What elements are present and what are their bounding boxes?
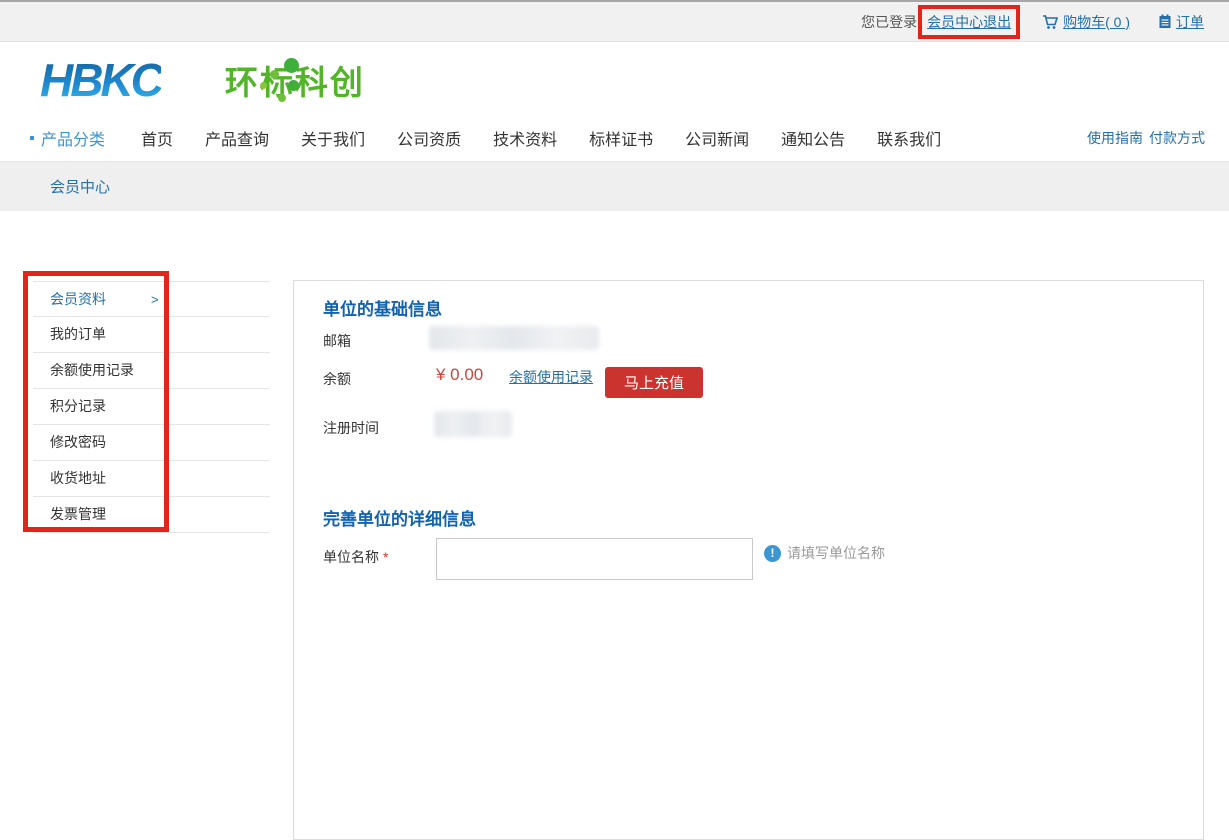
nav-item-product-search[interactable]: 产品查询 <box>205 126 269 150</box>
company-logo[interactable]: HBKC 环标科创 <box>40 56 365 104</box>
nav-category-label: 产品分类 <box>41 126 105 150</box>
register-time-label: 注册时间 <box>323 418 379 438</box>
logo-abbr-text: HBKC <box>40 57 161 103</box>
sidebar-item-shipping-address[interactable]: 收货地址 <box>33 461 270 497</box>
chevron-right-icon: > <box>151 282 159 317</box>
basic-info-title: 单位的基础信息 <box>323 295 442 320</box>
sidebar-item-balance-records[interactable]: 余额使用记录 <box>33 353 270 389</box>
company-name-label: 单位名称* <box>323 547 388 567</box>
molecule-icon <box>258 58 308 110</box>
nav-item-qualifications[interactable]: 公司资质 <box>397 126 461 150</box>
annotation-highlight-member-exit: 会员中心退出 <box>918 5 1020 39</box>
bullet-icon <box>30 136 34 140</box>
sidebar-item-label: 收货地址 <box>50 470 106 486</box>
member-info-panel: 单位的基础信息 邮箱 余额 ¥ 0.00 余额使用记录 马上充值 注册时间 完善… <box>293 280 1204 840</box>
balance-value: ¥ 0.00 <box>436 365 483 385</box>
balance-label: 余额 <box>323 369 351 389</box>
nav-item-certificates[interactable]: 标样证书 <box>589 126 653 150</box>
email-label: 邮箱 <box>323 331 351 351</box>
nav-item-home[interactable]: 首页 <box>141 126 173 150</box>
company-name-input[interactable] <box>436 538 753 580</box>
header-logo-row: HBKC 环标科创 <box>0 44 1229 115</box>
sidebar-item-label: 发票管理 <box>50 506 106 522</box>
nav-product-category[interactable]: 产品分类 <box>30 126 105 150</box>
sidebar-item-label: 余额使用记录 <box>50 362 134 378</box>
sidebar-item-invoice-management[interactable]: 发票管理 <box>33 497 270 533</box>
cart-link[interactable]: 购物车( 0 ) <box>1042 12 1130 32</box>
detail-info-title: 完善单位的详细信息 <box>323 505 476 530</box>
redacted-email-value <box>429 326 599 350</box>
nav-item-contact-us[interactable]: 联系我们 <box>877 126 941 150</box>
member-center-logout-link[interactable]: 会员中心退出 <box>927 14 1011 30</box>
orders-icon <box>1158 14 1172 29</box>
company-name-hint-row: ! 请填写单位名称 <box>764 543 885 563</box>
orders-link-label[interactable]: 订单 <box>1176 12 1204 32</box>
sidebar-item-label: 会员资料 <box>50 291 106 307</box>
top-utility-bar: 您已登录 会员中心退出 购物车( 0 ) 订单 <box>0 0 1229 42</box>
sidebar-item-member-profile[interactable]: 会员资料 > <box>33 281 270 317</box>
nav-item-technical-docs[interactable]: 技术资料 <box>493 126 557 150</box>
orders-link[interactable]: 订单 <box>1158 12 1204 32</box>
company-name-hint: 请填写单位名称 <box>787 543 885 563</box>
sidebar-item-my-orders[interactable]: 我的订单 <box>33 317 270 353</box>
sidebar-item-label: 积分记录 <box>50 398 106 414</box>
sidebar-item-label: 修改密码 <box>50 434 106 450</box>
breadcrumb: 会员中心 <box>50 176 110 197</box>
nav-right-links: 使用指南 付款方式 <box>1087 115 1205 161</box>
payment-method-link[interactable]: 付款方式 <box>1149 128 1205 148</box>
nav-item-about-us[interactable]: 关于我们 <box>301 126 365 150</box>
redacted-register-time-value <box>434 411 512 437</box>
cart-link-label[interactable]: 购物车( 0 ) <box>1063 12 1130 32</box>
cart-icon <box>1042 14 1059 30</box>
breadcrumb-band: 会员中心 <box>0 161 1229 211</box>
info-icon: ! <box>764 545 781 562</box>
user-guide-link[interactable]: 使用指南 <box>1087 128 1143 148</box>
sidebar-item-label: 我的订单 <box>50 326 106 342</box>
sidebar-item-points-records[interactable]: 积分记录 <box>33 389 270 425</box>
nav-item-announcements[interactable]: 通知公告 <box>781 126 845 150</box>
sidebar-item-change-password[interactable]: 修改密码 <box>33 425 270 461</box>
logged-in-status: 您已登录 <box>861 12 917 32</box>
recharge-button[interactable]: 马上充值 <box>605 367 703 398</box>
required-asterisk: * <box>383 549 388 565</box>
member-sidebar: 会员资料 > 我的订单 余额使用记录 积分记录 修改密码 收货地址 发票管理 <box>33 281 270 533</box>
nav-item-company-news[interactable]: 公司新闻 <box>685 126 749 150</box>
balance-records-link[interactable]: 余额使用记录 <box>509 367 593 387</box>
main-navbar: 产品分类 首页 产品查询 关于我们 公司资质 技术资料 标样证书 公司新闻 通知… <box>0 115 1229 161</box>
